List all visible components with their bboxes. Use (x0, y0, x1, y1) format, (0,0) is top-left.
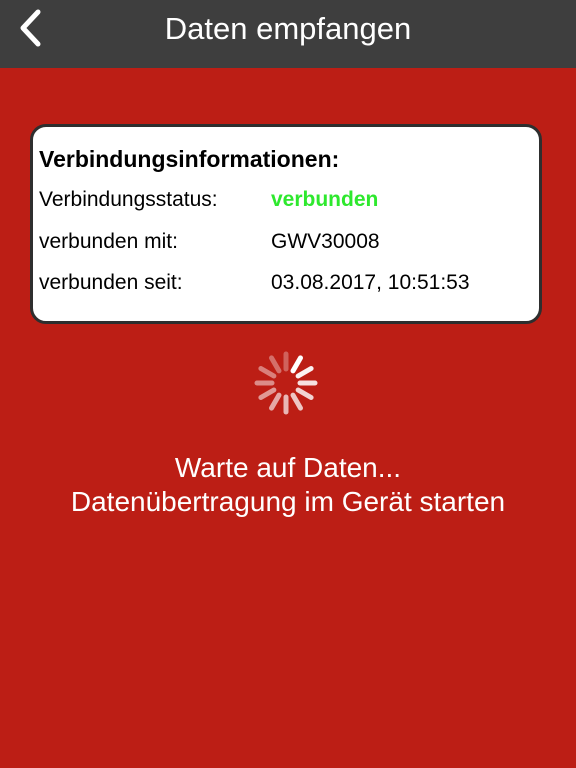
spinner-spoke (295, 387, 314, 400)
card-heading: Verbindungsinformationen: (39, 146, 340, 172)
spinner-spoke (290, 392, 303, 411)
status-value: verbunden (271, 188, 379, 211)
activity-spinner-icon (254, 351, 318, 415)
connected-since-label: verbunden seit: (39, 271, 183, 294)
page-title: Daten empfangen (164, 11, 412, 46)
connected-with-label: verbunden mit: (39, 230, 178, 253)
navigation-bar: Daten empfangen (0, 0, 576, 68)
connected-since-value: 03.08.2017, 10:51:53 (271, 271, 470, 294)
connection-info-card: Verbindungsinformationen: Verbindungssta… (30, 124, 542, 324)
spinner-spoke (290, 355, 303, 374)
spinner-spoke (295, 366, 314, 379)
status-label: Verbindungsstatus: (39, 188, 218, 211)
spinner-spoke (258, 387, 277, 400)
connected-with-value: GWV30008 (271, 230, 380, 253)
waiting-message: Warte auf Daten... (174, 452, 402, 483)
instruction-message: Datenübertragung im Gerät starten (70, 486, 506, 517)
spinner-spoke (258, 366, 277, 379)
spinner-spoke (269, 355, 282, 374)
spinner-spoke (269, 392, 282, 411)
